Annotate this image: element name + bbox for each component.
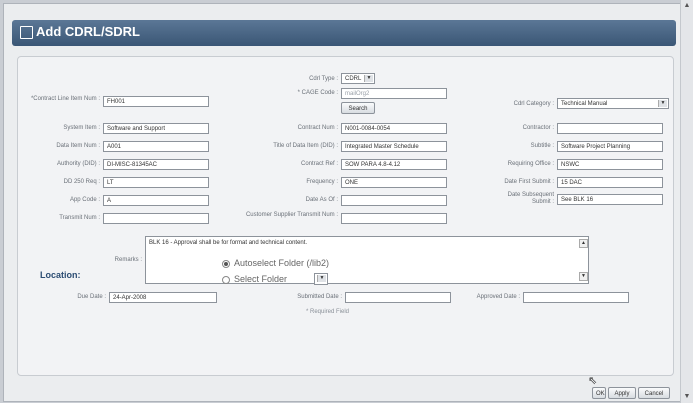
cdrl-category-label: Cdrl Category : (513, 101, 554, 107)
autoselect-folder-radio[interactable]: Autoselect Folder (/lib2) (222, 258, 329, 268)
apply-button[interactable]: Apply (608, 387, 636, 399)
data-item-num-input[interactable]: A001 (103, 141, 209, 152)
chevron-down-icon: ▼ (317, 275, 326, 282)
cdrl-type-select[interactable]: CDRL ▼ (341, 73, 375, 84)
select-folder-label: Select Folder (234, 274, 288, 284)
app-code-input[interactable]: A (103, 195, 209, 206)
date-first-input[interactable]: 15 DAC (557, 177, 663, 188)
select-folder-radio[interactable]: Select Folder (222, 274, 287, 284)
contractor-label: Contractor : (522, 125, 554, 131)
contractor-input[interactable] (557, 123, 663, 134)
search-button[interactable]: Search (341, 102, 375, 114)
contract-line-item-label: *Contract Line Item Num : (30, 96, 100, 102)
system-item-input[interactable]: Software and Support (103, 123, 209, 134)
chevron-down-icon: ▼ (364, 75, 373, 82)
subtitle-label: Subtitle : (530, 143, 554, 149)
remarks-text: BLK 16 - Approval shall be for format an… (149, 240, 308, 246)
date-subsequent-input[interactable]: See BLK 16 (557, 194, 663, 205)
radio-selected-icon (222, 259, 230, 268)
transmit-num-label: Transmit Num : (59, 215, 100, 221)
cdrl-type-value: CDRL (345, 76, 362, 82)
dd250-label: DD 250 Req : (63, 179, 100, 185)
remarks-scrollbar[interactable]: ▲ ▼ (579, 239, 588, 281)
scroll-up-icon[interactable]: ▲ (683, 2, 691, 10)
cage-code-input[interactable]: mailOrg2 (341, 88, 447, 99)
required-note: * Required Field (306, 309, 350, 315)
contract-line-item-input[interactable]: FH001 (103, 96, 209, 107)
system-item-label: System Item : (63, 125, 100, 131)
dialog-title: Add CDRL/SDRL (36, 24, 140, 39)
approved-date-input[interactable] (523, 292, 629, 303)
contract-num-label: Contract Num : (297, 125, 338, 131)
contract-num-input[interactable]: N001-0084-0054 (341, 123, 447, 134)
submitted-date-input[interactable] (345, 292, 451, 303)
transmit-num-input[interactable] (103, 213, 209, 224)
date-as-of-input[interactable] (341, 195, 447, 206)
remarks-label: Remarks : (114, 257, 142, 263)
due-date-label: Due Date : (77, 294, 106, 300)
cdrl-type-label: Cdrl Type : (309, 76, 338, 82)
select-folder-dropdown[interactable]: ▼ (314, 273, 328, 285)
authority-label: Authority (DID) : (56, 161, 100, 167)
radio-icon (222, 275, 230, 284)
submitted-date-label: Submitted Date : (297, 294, 342, 300)
requiring-office-input[interactable]: NSWC (557, 159, 663, 170)
frequency-label: Frequency : (306, 179, 338, 185)
remarks-textarea[interactable]: BLK 16 - Approval shall be for format an… (145, 236, 589, 284)
subtitle-input[interactable]: Software Project Planning (557, 141, 663, 152)
chevron-down-icon: ▼ (658, 100, 667, 107)
title-data-item-label: Title of Data Item (DID) : (273, 143, 338, 149)
customer-supplier-input[interactable] (341, 213, 447, 224)
app-code-label: App Code : (69, 197, 100, 203)
date-as-of-label: Date As Of : (305, 197, 338, 203)
form-panel: Cdrl Type : CDRL ▼ * CAGE Code : mailOrg2… (17, 56, 674, 376)
frequency-input[interactable]: ONE (341, 177, 447, 188)
edit-icon (20, 26, 33, 39)
cage-code-label: * CAGE Code : (297, 90, 338, 96)
date-first-label: Date First Submit : (504, 179, 554, 185)
mouse-cursor-icon: ⇖ (588, 375, 598, 387)
ok-button[interactable]: OK (592, 387, 606, 399)
scroll-down-icon[interactable]: ▼ (579, 272, 588, 281)
customer-supplier-label: Customer Supplier Transmit Num : (245, 212, 338, 218)
dialog-header: Add CDRL/SDRL (12, 20, 676, 46)
dialog-window: Add CDRL/SDRL Cdrl Type : CDRL ▼ * CAGE C… (3, 3, 681, 402)
cancel-button[interactable]: Cancel (638, 387, 670, 399)
cdrl-category-value: Technical Manual (561, 101, 608, 107)
requiring-office-label: Requiring Office : (507, 161, 554, 167)
window-scrollbar[interactable]: ▲ ▼ (680, 0, 693, 403)
data-item-num-label: Data Item Num : (56, 143, 100, 149)
cdrl-category-select[interactable]: Technical Manual ▼ (557, 98, 669, 109)
title-data-item-input[interactable]: Integrated Master Schedule (341, 141, 447, 152)
autoselect-folder-label: Autoselect Folder (/lib2) (234, 258, 330, 268)
contract-ref-label: Contract Ref : (300, 161, 338, 167)
approved-date-label: Approved Date : (476, 294, 520, 300)
due-date-input[interactable]: 24-Apr-2008 (109, 292, 217, 303)
scroll-up-icon[interactable]: ▲ (579, 239, 588, 248)
location-label: Location: (40, 270, 81, 280)
contract-ref-input[interactable]: SOW PARA 4.8-4.12 (341, 159, 447, 170)
authority-input[interactable]: DI-MISC-81345AC (103, 159, 209, 170)
dd250-input[interactable]: LT (103, 177, 209, 188)
date-subsequent-label: Date Subsequent Submit : (507, 192, 554, 205)
scroll-down-icon[interactable]: ▼ (683, 393, 691, 401)
